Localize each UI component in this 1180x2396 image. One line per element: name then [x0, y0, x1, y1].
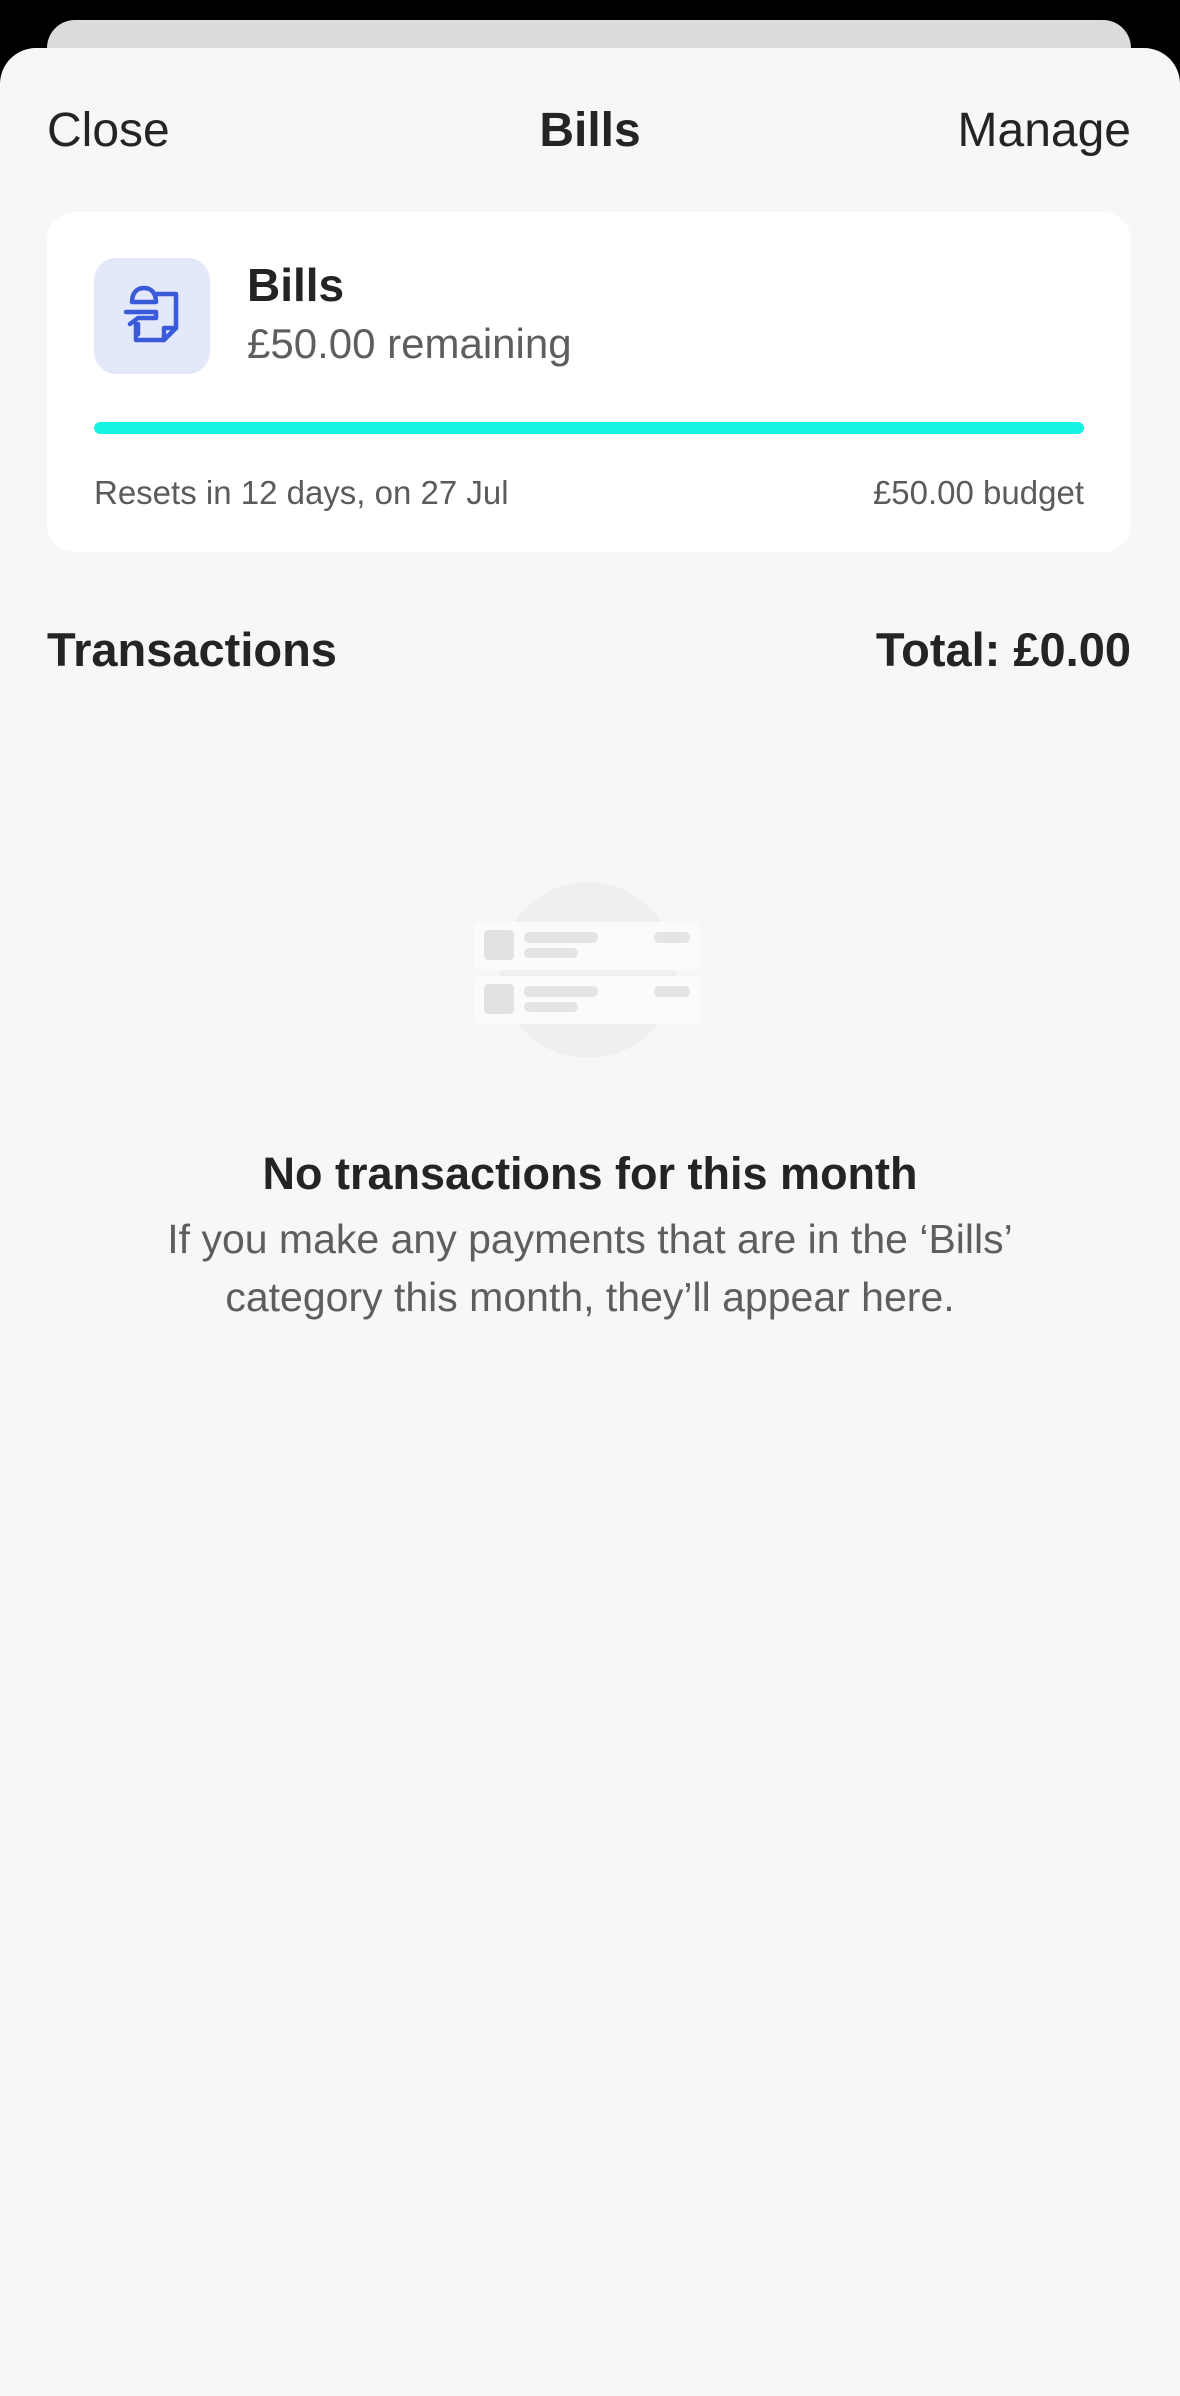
category-name: Bills [247, 259, 345, 311]
nav-bar: Close Bills Manage [0, 48, 1180, 218]
bills-document-icon [94, 258, 210, 374]
budget-card[interactable]: Bills £50.00 remaining Resets in 12 days… [47, 212, 1131, 552]
empty-transactions-list-icon [470, 878, 710, 1078]
empty-state-message: If you make any payments that are in the… [167, 1216, 1013, 1320]
bills-sheet: Close Bills Manage Bills £50.00 remainin… [0, 48, 1180, 2396]
budget-progress-bar [94, 422, 1084, 434]
manage-button[interactable]: Manage [958, 103, 1131, 158]
reset-date-text: Resets in 12 days, on 27 Jul [94, 474, 509, 511]
budget-amount: £50.00 budget [872, 474, 1084, 511]
transactions-heading: Transactions [47, 623, 337, 676]
budget-progress-fill [94, 422, 1084, 434]
transactions-total: Total: £0.00 [875, 623, 1131, 676]
remaining-amount: £50.00 remaining [247, 320, 572, 367]
empty-state-title: No transactions for this month [262, 1148, 918, 1199]
